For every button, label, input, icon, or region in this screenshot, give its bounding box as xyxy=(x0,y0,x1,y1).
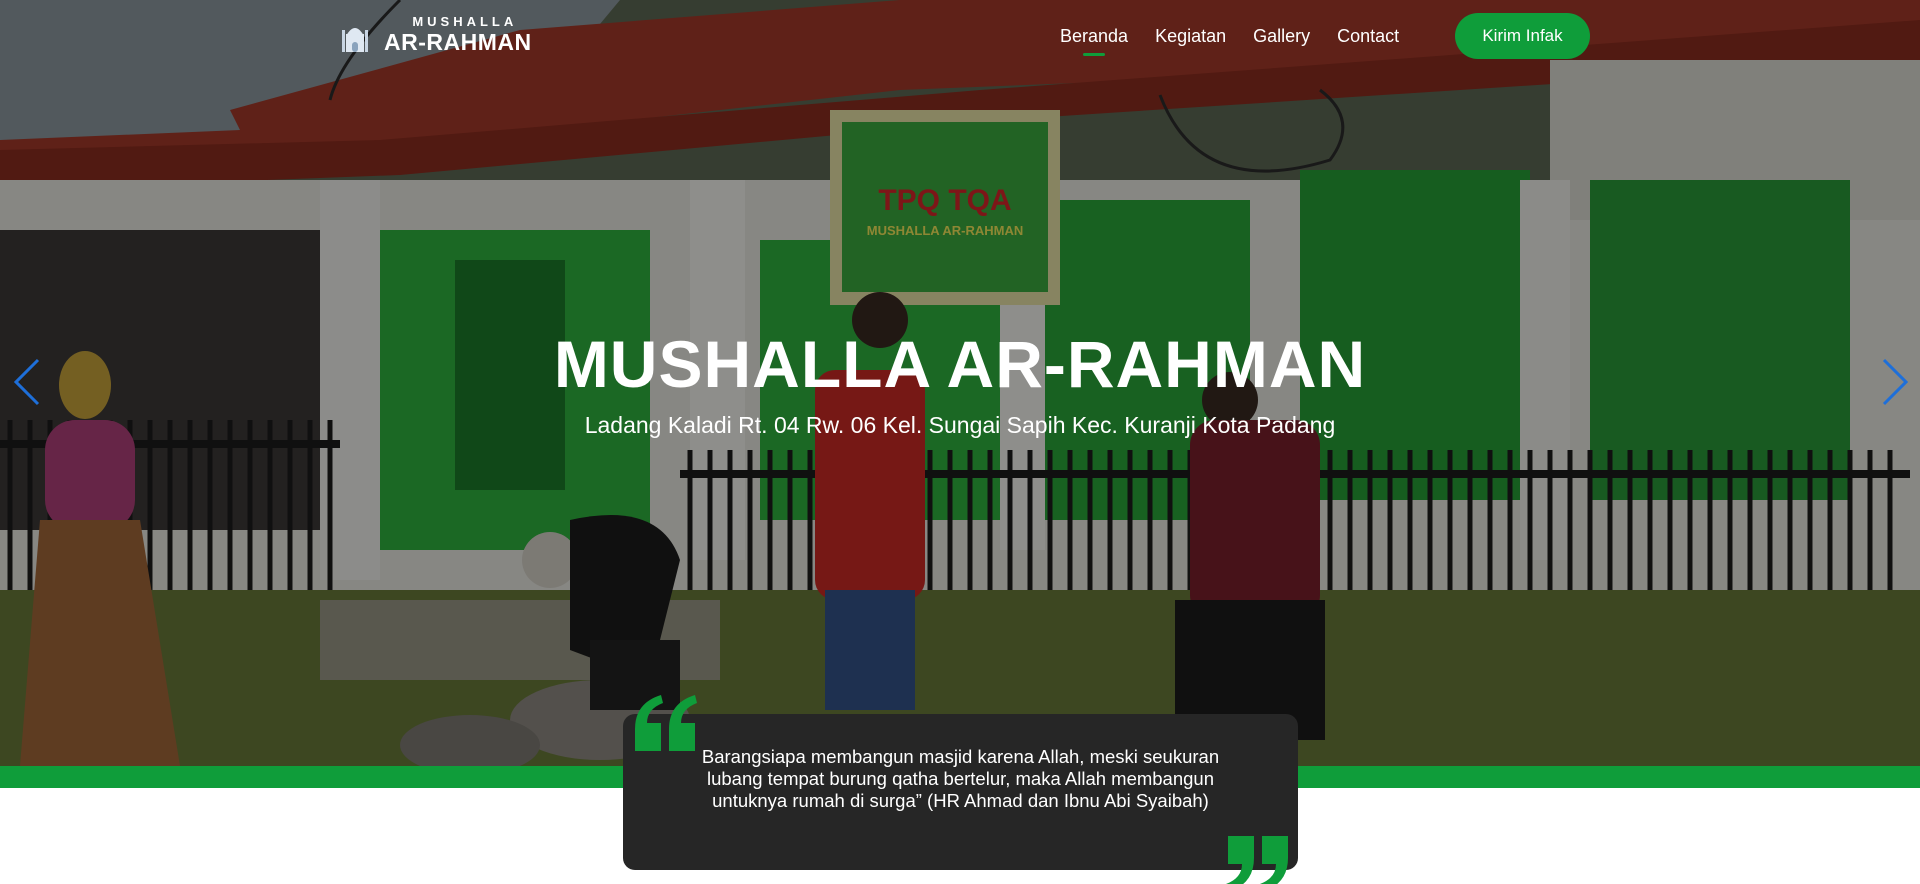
nav-item-contact[interactable]: Contact xyxy=(1337,26,1399,47)
brand-logo-link[interactable]: MUSHALLA AR-RAHMAN xyxy=(328,10,538,58)
nav-item-gallery[interactable]: Gallery xyxy=(1253,26,1310,47)
kirim-infak-button[interactable]: Kirim Infak xyxy=(1455,13,1590,59)
brand-top-text: MUSHALLA xyxy=(412,13,518,29)
brand-main-text: AR-RAHMAN xyxy=(384,28,532,55)
carousel-prev-button[interactable] xyxy=(10,356,46,408)
hadith-quote-card: Barangsiapa membangun masjid karena Alla… xyxy=(623,714,1298,870)
nav-item-kegiatan[interactable]: Kegiatan xyxy=(1155,26,1226,47)
nav-item-beranda[interactable]: Beranda xyxy=(1060,26,1128,47)
mosque-crescent-icon xyxy=(338,14,368,53)
chevron-left-icon xyxy=(13,358,40,406)
hero-subtitle: Ladang Kaladi Rt. 04 Rw. 06 Kel. Sungai … xyxy=(584,412,1336,438)
hero-title: MUSHALLA AR-RAHMAN xyxy=(553,327,1367,401)
navbar: MUSHALLA AR-RAHMAN Beranda Kegiatan Gall… xyxy=(0,0,1920,72)
brand-text: MUSHALLA AR-RAHMAN xyxy=(384,15,532,54)
hadith-quote-text: Barangsiapa membangun masjid karena Alla… xyxy=(701,746,1220,811)
chevron-right-icon xyxy=(1882,358,1909,406)
carousel-next-button[interactable] xyxy=(1876,356,1912,408)
quote-open-icon xyxy=(635,695,697,751)
quote-close-icon xyxy=(1226,836,1288,884)
main-nav: Beranda Kegiatan Gallery Contact xyxy=(1060,14,1426,58)
